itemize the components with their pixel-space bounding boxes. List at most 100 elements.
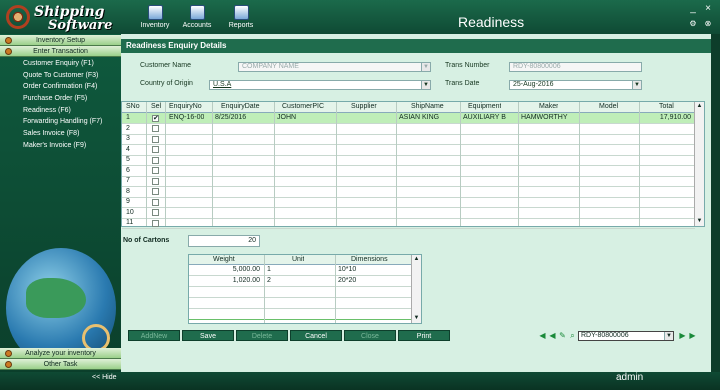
cell-enquiry-no: ENQ-16-00 [169,114,205,121]
chevron-down-icon[interactable]: ▼ [421,81,430,89]
sidebar-section-label: Other Task [43,361,78,368]
table-row[interactable]: 7 [122,176,695,187]
scroll-up-icon[interactable]: ▲ [695,102,704,111]
hide-sidebar-link[interactable]: << Hide [92,374,117,381]
table-row[interactable]: 11 [122,218,695,229]
select-checkbox[interactable]: ✔ [152,114,159,122]
sidebar-item-sales-invoice[interactable]: Sales Invoice (F8) [0,128,121,140]
table-row[interactable]: 1 ENQ-16-00 8/25/2016 JOHN ASIAN KING AUXILIA… [122,113,695,124]
grid-scrollbar[interactable]: ▲ ▼ [694,102,704,226]
select-checkbox[interactable] [152,156,159,164]
table-row[interactable] [189,287,413,298]
table-row[interactable]: 4 [122,145,695,156]
toolbar-inventory-button[interactable]: Inventory [136,5,174,33]
cartons-input[interactable]: 20 [188,235,260,247]
sidebar-item-makers-invoice[interactable]: Maker's Invoice (F9) [0,140,121,152]
calendar-dropdown-icon[interactable]: ▼ [632,81,641,89]
table-row[interactable] [189,309,413,320]
table-row[interactable]: 5 [122,155,695,166]
cell-weight: 5,000.00 [232,266,260,273]
table-row[interactable]: 8 [122,187,695,198]
select-checkbox[interactable] [152,167,159,174]
col-header-supplier: Supplier [351,103,377,110]
record-select-value: RDY-80800006 [581,332,629,339]
cell-dimensions: 10*10 [338,266,357,273]
cell-sno: 8 [126,187,130,195]
scroll-down-icon[interactable]: ▼ [695,217,704,226]
close-form-button[interactable]: Close [344,330,396,341]
table-row[interactable] [189,298,413,309]
trans-number-field[interactable]: RDY-80800006 [509,62,642,72]
sidebar-item-customer-enquiry[interactable]: Customer Enquiry (F1) [0,58,121,70]
sidebar-section-analyze-inventory[interactable]: Analyze your inventory [0,348,121,359]
table-row[interactable]: 1,020.00 2 20*20 [189,276,413,287]
print-button[interactable]: Print [398,330,450,341]
table-row[interactable]: 10 [122,208,695,219]
delete-button[interactable]: Delete [236,330,288,341]
customer-name-select[interactable]: COMPANY NAME ▼ [238,62,431,72]
table-row[interactable]: 2 [122,124,695,135]
app-logo: Shipping Software [4,3,122,33]
select-checkbox[interactable] [152,125,159,132]
cancel-button[interactable]: Cancel [290,330,342,341]
select-checkbox[interactable] [152,209,159,216]
select-checkbox[interactable] [152,146,159,153]
cell-customer-pic: JOHN [277,114,297,121]
chevron-down-icon[interactable]: ▼ [421,63,430,71]
select-checkbox[interactable] [152,198,159,206]
select-checkbox[interactable] [152,219,159,227]
cell-ship-name: ASIAN KING [399,114,440,121]
close-button[interactable]: × [703,4,713,14]
cell-enquiry-date: 8/25/2016 [215,114,247,121]
select-checkbox[interactable] [152,188,159,195]
sidebar-section-inventory-setup[interactable]: Inventory Setup [0,35,121,46]
sidebar-item-order-confirmation[interactable]: Order Confirmation (F4) [0,81,121,93]
cell-sno: 10 [126,208,134,216]
sidebar-item-quote-to-customer[interactable]: Quote To Customer (F3) [0,70,121,82]
scroll-down-icon[interactable]: ▼ [412,314,421,323]
country-of-origin-select[interactable]: U.S.A ▼ [209,80,431,90]
first-record-icon[interactable]: ◀ [538,331,547,341]
save-button[interactable]: Save [182,330,234,341]
select-checkbox[interactable] [152,135,159,143]
trans-date-field[interactable]: 25-Aug-2016 ▼ [509,80,642,90]
add-new-button[interactable]: AddNew [128,330,180,341]
logo-text-line2: Software [48,18,113,33]
table-row[interactable]: 5,000.00 1 10*10 [189,265,413,276]
dimensions-grid[interactable]: Weight Unit Dimensions 5,000.00 1 10*10 1,0… [188,254,422,324]
table-row[interactable]: 9 [122,197,695,208]
col-header-enquiryno: EnquiryNo [169,103,202,110]
section-title: Readiness Enquiry Details [121,39,711,53]
cell-sno: 6 [126,166,130,174]
dimensions-scrollbar[interactable]: ▲ ▼ [411,255,421,323]
table-row[interactable]: 3 [122,134,695,145]
scroll-up-icon[interactable]: ▲ [412,255,421,264]
chevron-down-icon[interactable]: ▼ [664,332,673,340]
minimize-button[interactable]: _ [688,4,698,14]
sidebar-section-enter-transaction[interactable]: Enter Transaction [0,46,121,57]
next-record-icon[interactable]: ▶ [678,331,687,341]
cell-sno: 11 [126,219,134,226]
sidebar-item-readiness[interactable]: Readiness (F6) [0,105,121,117]
accounts-icon [189,5,205,20]
gear-icon [5,361,12,368]
settings-icon[interactable]: ⚙ [688,19,698,29]
current-user: admin [616,372,644,383]
table-row[interactable]: 6 [122,166,695,177]
sidebar-section-other-task[interactable]: Other Task [0,359,121,370]
col-header-equipment: Equipment [468,103,502,110]
sidebar-section-label: Inventory Setup [35,37,86,44]
sidebar-item-purchase-order[interactable]: Purchase Order (F5) [0,93,121,105]
record-select[interactable]: RDY-80800006 ▼ [578,331,674,341]
toolbar-reports-button[interactable]: Reports [222,5,260,33]
search-record-icon[interactable]: ⌕ [568,331,577,341]
prev-record-icon[interactable]: ◀ [548,331,557,341]
toolbar-accounts-button[interactable]: Accounts [178,5,216,33]
trans-date-value: 25-Aug-2016 [513,81,554,88]
sidebar-item-forwarding-handling[interactable]: Forwarding Handling (F7) [0,116,121,128]
select-checkbox[interactable] [152,177,159,185]
edit-record-icon[interactable]: ✎ [558,331,567,341]
enquiry-grid[interactable]: SNo Sel EnquiryNo EnquiryDate CustomerPI… [121,101,705,229]
close-circle-icon[interactable]: ⊗ [703,19,713,29]
last-record-icon[interactable]: ▶ [688,331,697,341]
